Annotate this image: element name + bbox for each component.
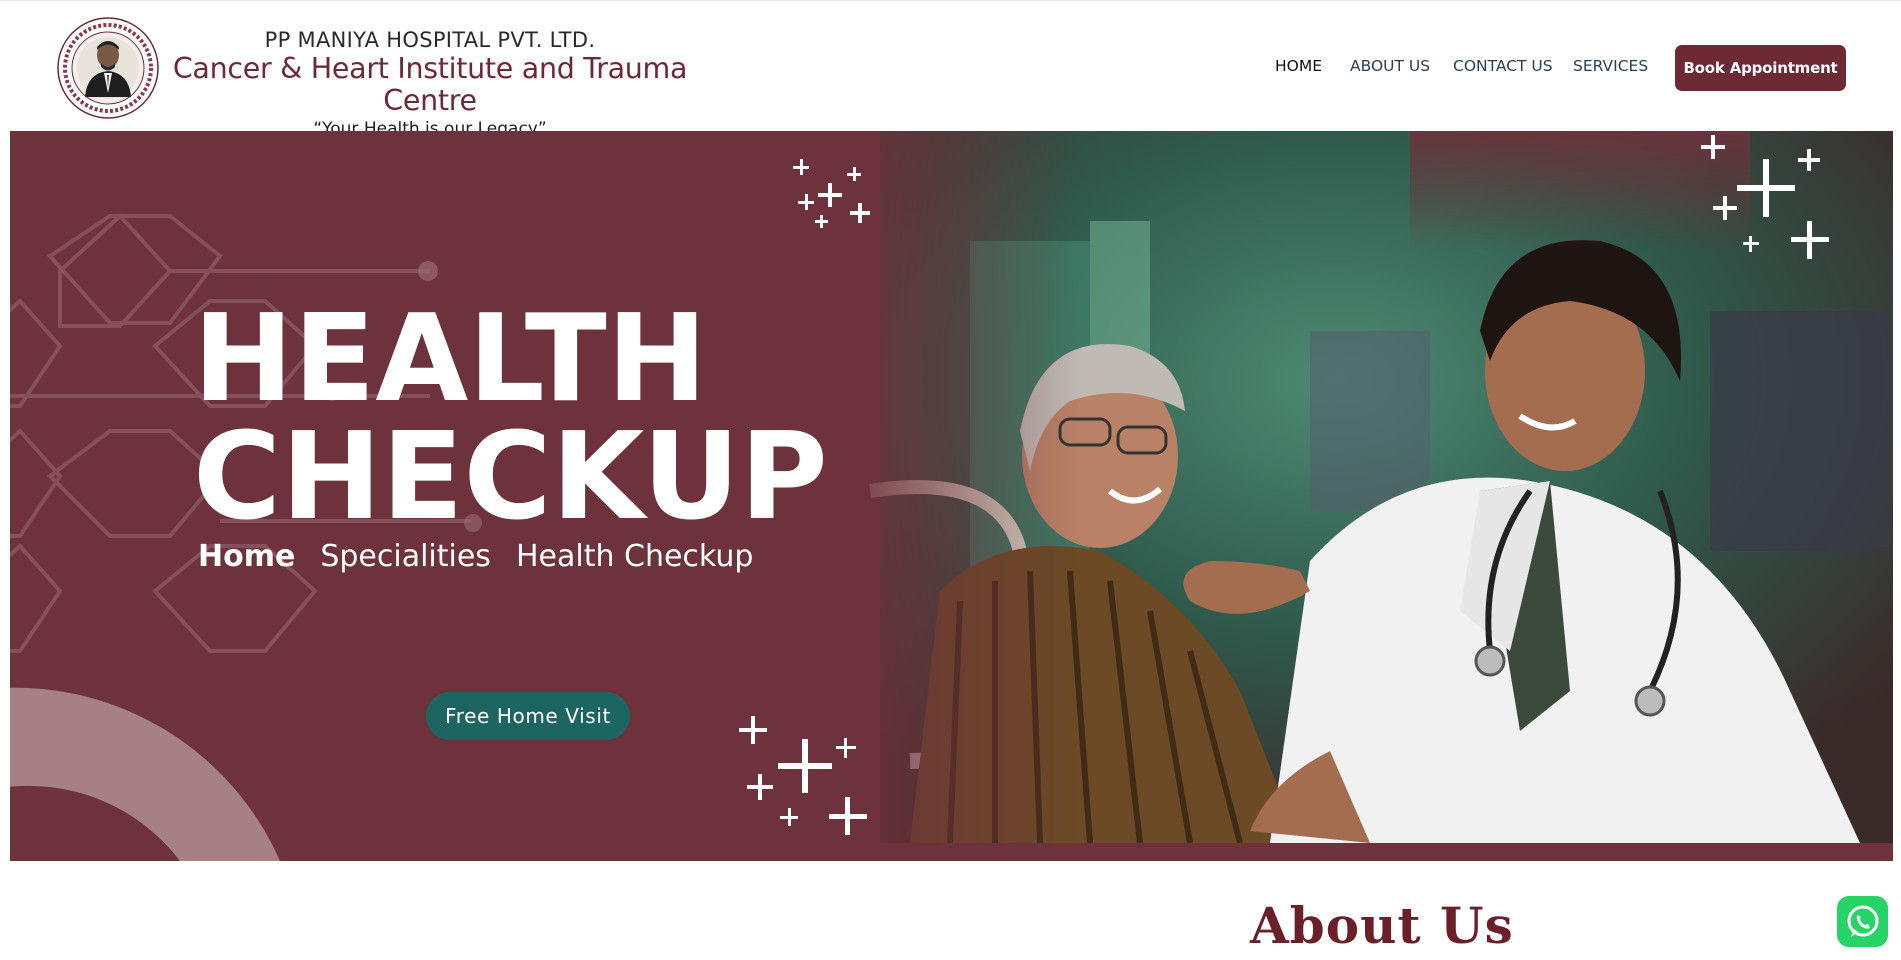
brand-block: PP MANIYA HOSPITAL PVT. LTD. Cancer & He… bbox=[165, 27, 695, 141]
nav-item-contact-us[interactable]: CONTACT US bbox=[1453, 57, 1553, 75]
breadcrumb-home[interactable]: Home bbox=[198, 539, 295, 574]
company-name: PP MANIYA HOSPITAL PVT. LTD. bbox=[264, 28, 596, 52]
breadcrumb-health-checkup: Health Checkup bbox=[515, 539, 754, 574]
nav-item-services[interactable]: SERVICES bbox=[1573, 57, 1648, 75]
breadcrumb: Home Specialities Health Checkup bbox=[198, 539, 753, 574]
nav-item-home[interactable]: HOME bbox=[1275, 57, 1322, 75]
institute-name: Cancer & Heart Institute and Trauma Cent… bbox=[172, 52, 688, 117]
ring-arc bbox=[10, 687, 280, 861]
hospital-logo-icon[interactable] bbox=[57, 17, 159, 119]
whatsapp-icon bbox=[1847, 905, 1878, 937]
whatsapp-button[interactable] bbox=[1837, 896, 1888, 947]
about-us-heading: About Us bbox=[1250, 896, 1514, 955]
hero-title-line2: CHECKUP bbox=[193, 408, 828, 547]
hero-banner: HEALTH CHECKUP Home Specialities Health … bbox=[10, 131, 1893, 861]
nav-item-about-us[interactable]: ABOUT US bbox=[1350, 57, 1430, 75]
site-header: PP MANIYA HOSPITAL PVT. LTD. Cancer & He… bbox=[0, 0, 1901, 139]
book-appointment-button[interactable]: Book Appointment bbox=[1675, 45, 1846, 91]
hero-title: HEALTH CHECKUP bbox=[193, 290, 828, 547]
hero-title-line1: HEALTH bbox=[193, 290, 708, 429]
free-home-visit-button[interactable]: Free Home Visit bbox=[426, 692, 630, 740]
breadcrumb-specialities[interactable]: Specialities bbox=[320, 539, 491, 574]
